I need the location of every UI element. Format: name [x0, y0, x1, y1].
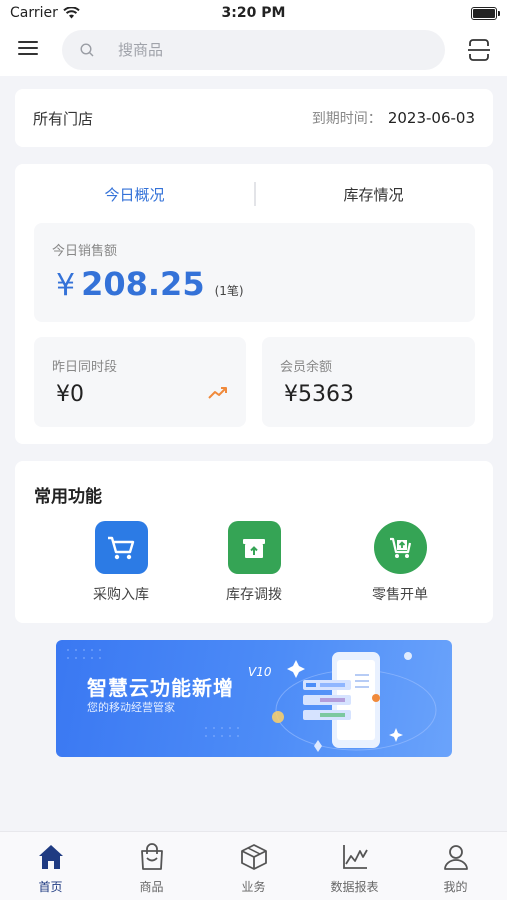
bottom-tab-bar: 首页 商品 业务 数据报表 我的 — [0, 831, 507, 900]
tab-today-overview[interactable]: 今日概况 — [15, 184, 254, 205]
member-balance-value: ¥5363 — [284, 382, 354, 407]
chart-icon — [342, 845, 368, 869]
member-balance-label: 会员余额 — [280, 360, 333, 375]
expire-date: 2023-06-03 — [387, 109, 475, 127]
tab-business[interactable]: 业务 — [203, 842, 304, 895]
tab-label: 业务 — [241, 880, 266, 894]
cart-icon — [94, 521, 148, 574]
clock: 3:20 PM — [221, 5, 286, 21]
sales-count: (1笔) — [214, 284, 244, 298]
tab-label: 我的 — [443, 880, 468, 894]
banner-title: 智慧云功能新增 — [87, 676, 234, 700]
tab-mine[interactable]: 我的 — [405, 842, 506, 895]
search-input[interactable] — [118, 41, 398, 59]
search-icon — [80, 43, 94, 57]
tab-reports[interactable]: 数据报表 — [304, 842, 405, 895]
store-card[interactable]: 所有门店 到期时间： 2023-06-03 — [15, 89, 493, 147]
menu-line-icon — [18, 47, 38, 49]
functions-title: 常用功能 — [34, 487, 102, 507]
status-bar: Carrier 3:20 PM — [0, 0, 507, 28]
trend-up-icon — [208, 387, 227, 399]
function-label: 零售开单 — [372, 587, 428, 603]
tab-stock-status[interactable]: 库存情况 — [254, 184, 493, 205]
overview-tabs: 今日概况 库存情况 — [15, 178, 493, 212]
stock-transfer-button[interactable]: 库存调拨 — [194, 521, 314, 604]
menu-button[interactable] — [18, 41, 38, 59]
tab-home[interactable]: 首页 — [0, 842, 101, 895]
function-label: 库存调拨 — [226, 587, 282, 603]
tab-label: 商品 — [139, 880, 164, 894]
cube-icon — [240, 844, 267, 870]
tab-products[interactable]: 商品 — [101, 842, 202, 895]
today-sales-value: ¥ 208.25 (1笔) — [56, 265, 244, 303]
expire-info: 到期时间： 2023-06-03 — [312, 108, 475, 128]
function-label: 采购入库 — [93, 587, 149, 603]
scan-icon[interactable] — [467, 38, 491, 62]
overview-card: 今日概况 库存情况 今日销售额 ¥ 208.25 (1笔) 昨日同时段 ¥0 会… — [15, 164, 493, 444]
purchase-stock-in-button[interactable]: 采购入库 — [61, 521, 181, 604]
member-balance-panel[interactable]: 会员余额 ¥5363 — [262, 337, 475, 427]
home-icon — [38, 845, 63, 869]
today-sales-panel[interactable]: 今日销售额 ¥ 208.25 (1笔) — [34, 223, 475, 322]
tab-label: 首页 — [38, 880, 63, 894]
yesterday-label: 昨日同时段 — [52, 360, 118, 375]
promo-banner[interactable]: 智慧云功能新增 V10 您的移动经营管家 — [56, 640, 452, 757]
tab-label: 数据报表 — [330, 880, 379, 894]
today-sales-label: 今日销售额 — [52, 244, 118, 259]
user-icon — [443, 845, 468, 870]
box-icon — [227, 521, 281, 574]
search-header — [0, 28, 507, 76]
yesterday-panel[interactable]: 昨日同时段 ¥0 — [34, 337, 246, 427]
common-functions-card: 常用功能 采购入库 库存调拨 零售开单 — [15, 461, 493, 623]
expire-label: 到期时间： — [311, 111, 382, 127]
battery-icon — [471, 7, 500, 20]
menu-line-icon — [18, 53, 38, 55]
menu-line-icon — [18, 41, 38, 43]
store-selector[interactable]: 所有门店 — [33, 108, 93, 129]
retail-order-button[interactable]: 零售开单 — [340, 521, 460, 604]
sales-amount: 208.25 — [81, 265, 205, 303]
banner-version: V10 — [248, 665, 272, 679]
banner-subtitle: 您的移动经营管家 — [87, 701, 175, 714]
search-bar[interactable] — [62, 30, 445, 70]
currency-symbol: ¥ — [56, 268, 76, 303]
cart-upload-icon — [373, 521, 427, 574]
bag-icon — [140, 843, 163, 870]
yesterday-value: ¥0 — [56, 382, 84, 407]
